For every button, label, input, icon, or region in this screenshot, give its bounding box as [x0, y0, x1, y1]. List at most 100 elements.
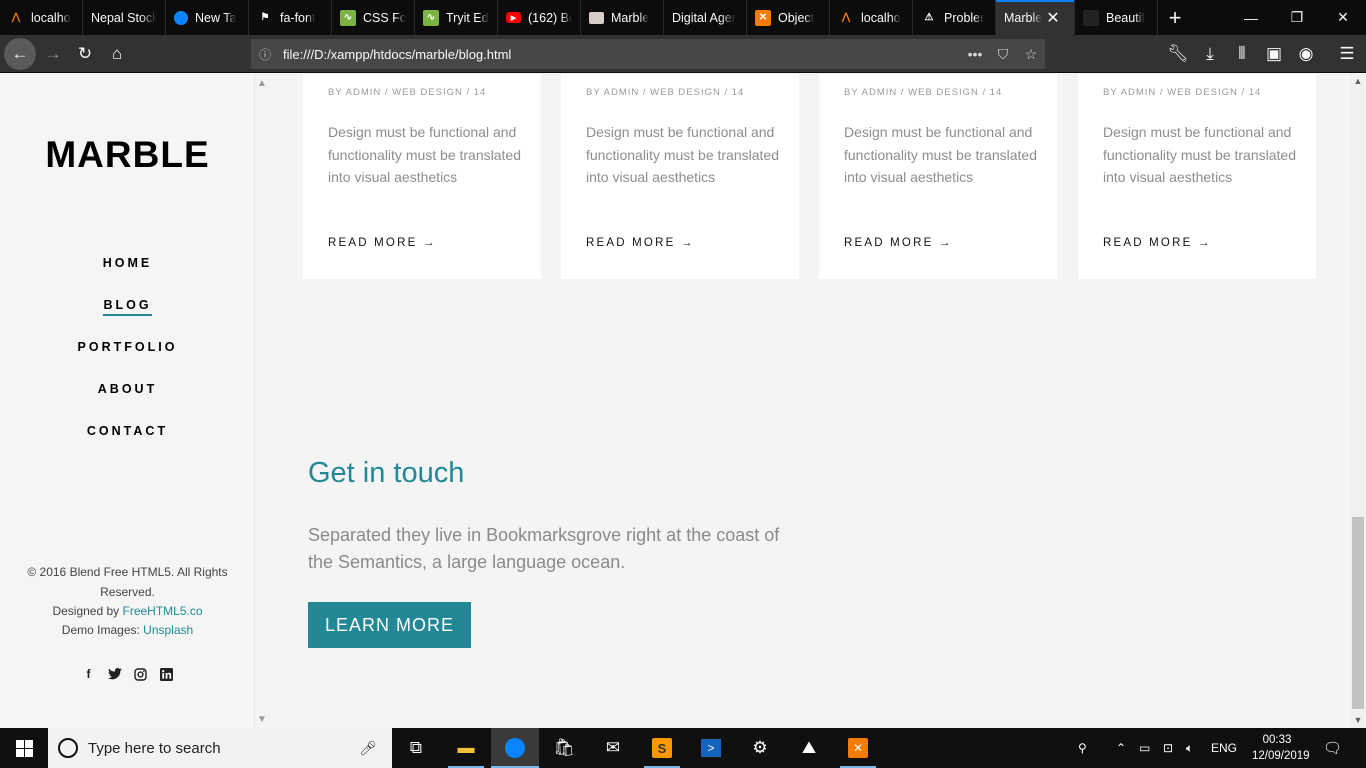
search-placeholder[interactable]: Type here to search: [88, 740, 358, 757]
xampp-icon: ⋀: [841, 12, 851, 23]
start-button[interactable]: [0, 728, 48, 768]
cortana-icon: [58, 738, 78, 758]
menu-item-blog[interactable]: BLOG: [0, 296, 255, 338]
blog-card: BY ADMIN / WEB DESIGN / 14 Design must b…: [303, 74, 541, 279]
bookmark-star-icon[interactable]: ☆: [1017, 46, 1045, 63]
tab-label: Nepal Stock: [91, 10, 157, 25]
site-logo[interactable]: MARBLE: [0, 134, 255, 176]
menu-label: CONTACT: [86, 424, 169, 438]
twitter-icon[interactable]: [107, 667, 122, 681]
sidebar-toggle-icon[interactable]: ▣: [1258, 38, 1290, 70]
browser-tab[interactable]: ⚑ fa-font: [249, 0, 332, 35]
designer-link[interactable]: FreeHTML5.co: [123, 604, 203, 618]
mail-icon[interactable]: ✉: [589, 728, 637, 768]
people-icon[interactable]: ⚲: [1078, 728, 1087, 768]
url-text[interactable]: file:///D:/xampp/htdocs/marble/blog.html: [283, 47, 961, 62]
file-explorer-icon[interactable]: ▬: [442, 728, 490, 768]
browser-tab[interactable]: Beautif: [1075, 0, 1158, 35]
network-icon[interactable]: ⊡: [1163, 728, 1173, 768]
account-icon[interactable]: ◉: [1290, 38, 1322, 70]
learn-more-button[interactable]: LEARN MORE: [308, 602, 471, 648]
copyright-reserved: Reserved.: [100, 585, 155, 599]
facebook-icon[interactable]: f: [82, 667, 96, 681]
menu-item-contact[interactable]: CONTACT: [0, 422, 255, 464]
read-more-link[interactable]: READ MORE →: [1103, 237, 1212, 249]
close-window-icon[interactable]: ✕: [1320, 0, 1366, 35]
linkedin-icon[interactable]: [160, 667, 174, 681]
demo-images-prefix: Demo Images:: [61, 623, 144, 637]
info-icon[interactable]: ⓘ: [251, 46, 279, 63]
scroll-down-icon[interactable]: ▼: [1350, 715, 1366, 725]
browser-tab[interactable]: Marble: [581, 0, 664, 35]
demo-images-line: Demo Images: Unsplash: [0, 621, 255, 640]
site-sidebar: MARBLE HOME BLOG PORTFOLIO ABOUT CONTACT…: [0, 74, 255, 728]
taskbar-search-box[interactable]: Type here to search 🎤︎: [48, 728, 392, 768]
scroll-up-icon[interactable]: ▲: [1350, 76, 1366, 86]
get-in-touch-heading: Get in touch: [308, 457, 465, 489]
scroll-thumb[interactable]: [1352, 517, 1364, 709]
url-bar[interactable]: ⓘ file:///D:/xampp/htdocs/marble/blog.ht…: [251, 39, 1045, 69]
read-more-link[interactable]: READ MORE →: [844, 237, 953, 249]
pocket-icon[interactable]: ⛉: [989, 46, 1017, 63]
page-scrollbar[interactable]: ▲ ▼: [1350, 74, 1366, 728]
browser-tab[interactable]: ▶ (162) Bc: [498, 0, 581, 35]
tab-label: New Ta: [195, 10, 237, 25]
social-links: f: [0, 667, 255, 681]
browser-tab[interactable]: ∿ Tryit Ed: [415, 0, 498, 35]
task-view-icon[interactable]: ⧉: [392, 728, 440, 768]
hamburger-menu-icon[interactable]: ☰: [1331, 38, 1363, 70]
browser-tab[interactable]: ∿ CSS For: [332, 0, 415, 35]
browser-tab[interactable]: ⋀ localho: [830, 0, 913, 35]
menu-item-home[interactable]: HOME: [0, 254, 255, 296]
read-more-link[interactable]: READ MORE →: [586, 237, 695, 249]
microphone-icon[interactable]: 🎤︎: [358, 740, 378, 757]
download-icon[interactable]: ⤓: [1194, 38, 1226, 70]
show-hidden-icons[interactable]: ⌃: [1116, 728, 1126, 768]
restore-icon[interactable]: ❐: [1274, 0, 1320, 35]
reload-icon[interactable]: ↻: [69, 38, 101, 70]
blog-card: BY ADMIN / WEB DESIGN / 14 Design must b…: [819, 74, 1057, 279]
language-indicator[interactable]: ENG: [1211, 728, 1237, 768]
tab-label: localho: [31, 10, 71, 25]
unsplash-link[interactable]: Unsplash: [143, 623, 193, 637]
sidebar-scroll-up-icon[interactable]: ▲: [257, 78, 267, 89]
browser-tab[interactable]: ⋀ localho: [0, 0, 83, 35]
new-tab-icon[interactable]: +: [1158, 0, 1192, 35]
forward-arrow-icon[interactable]: →: [37, 38, 69, 70]
page-actions-icon[interactable]: •••: [961, 46, 989, 62]
minimize-icon[interactable]: —: [1228, 0, 1274, 35]
home-icon[interactable]: ⌂: [101, 38, 133, 70]
notifications-icon[interactable]: 🗨︎: [1323, 728, 1342, 768]
store-icon[interactable]: 🛍︎: [540, 728, 588, 768]
post-meta: BY ADMIN / WEB DESIGN / 14: [844, 87, 1003, 98]
sidebar-scroll-down-icon[interactable]: ▼: [257, 714, 267, 725]
settings-icon[interactable]: ⚙: [736, 728, 784, 768]
xampp-icon: ⋀: [11, 12, 21, 23]
volume-icon[interactable]: 🔈︎: [1186, 728, 1193, 768]
instagram-icon[interactable]: [134, 667, 148, 681]
powershell-icon[interactable]: >: [687, 728, 735, 768]
tab-label: Digital Ager: [672, 10, 736, 25]
photos-icon[interactable]: ⛰: [785, 728, 833, 768]
library-icon[interactable]: ⫴: [1226, 38, 1258, 70]
sublime-text-icon[interactable]: S: [638, 728, 686, 768]
browser-tab-active[interactable]: Marble ✕: [996, 0, 1075, 35]
wrench-icon[interactable]: 🔧︎: [1162, 38, 1194, 70]
firefox-icon: [174, 10, 188, 25]
browser-tab[interactable]: New Ta: [166, 0, 249, 35]
taskbar-clock[interactable]: 00:33 12/09/2019: [1252, 732, 1310, 764]
menu-item-about[interactable]: ABOUT: [0, 380, 255, 422]
firefox-icon[interactable]: [491, 728, 539, 768]
back-arrow-icon[interactable]: ←: [4, 38, 36, 70]
browser-tab-strip: ⋀ localho Nepal Stock New Ta ⚑ fa-font ∿…: [0, 0, 1366, 35]
battery-icon[interactable]: ▭: [1139, 728, 1150, 768]
browser-tab[interactable]: ⚠ Probler: [913, 0, 996, 35]
clock-time: 00:33: [1262, 734, 1292, 746]
menu-item-portfolio[interactable]: PORTFOLIO: [0, 338, 255, 380]
browser-tab[interactable]: ✕ Object: [747, 0, 830, 35]
close-tab-icon[interactable]: ✕: [1046, 8, 1059, 28]
xampp-icon[interactable]: ✕: [834, 728, 882, 768]
read-more-link[interactable]: READ MORE →: [328, 237, 437, 249]
browser-tab[interactable]: Nepal Stock: [83, 0, 166, 35]
browser-tab[interactable]: Digital Ager: [664, 0, 747, 35]
